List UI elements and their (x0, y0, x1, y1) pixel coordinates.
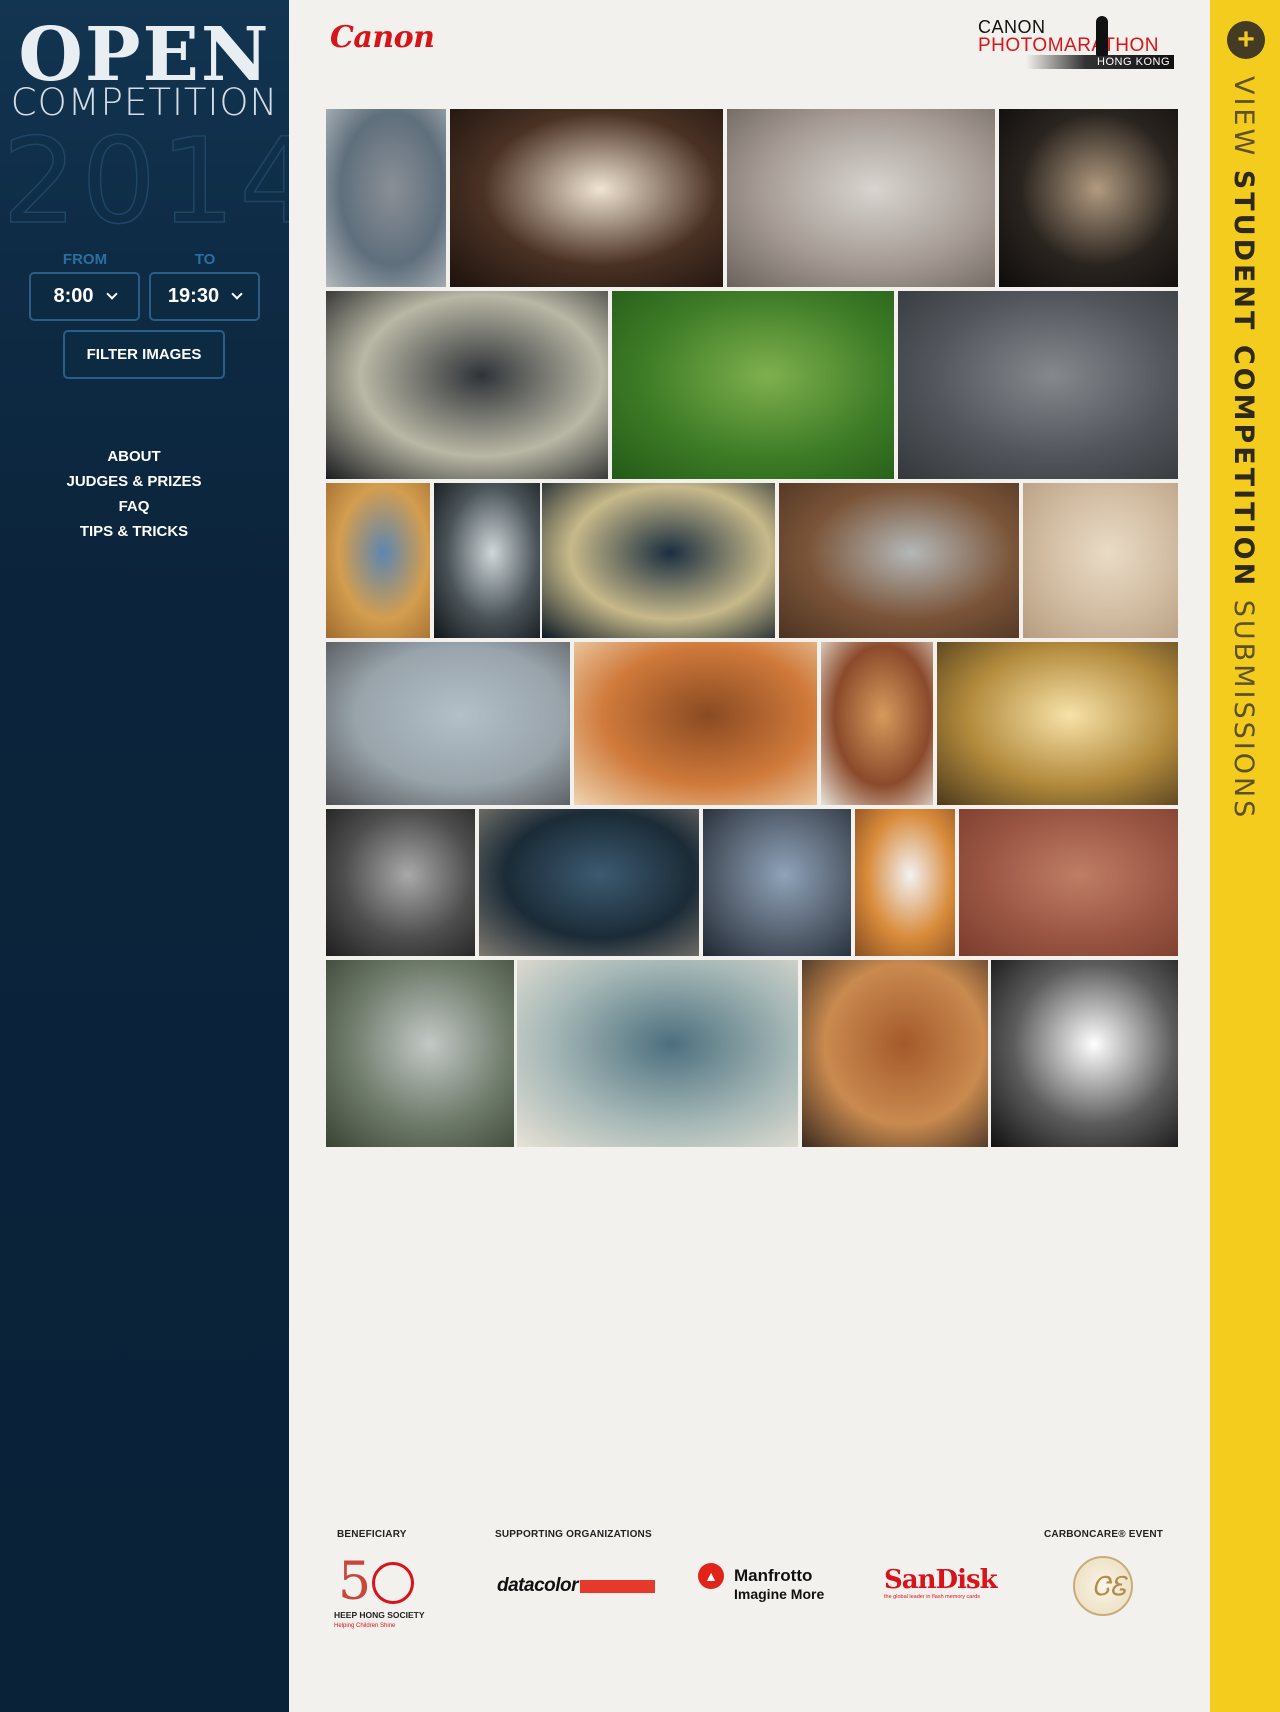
heep-tagline: Helping Children Shine (334, 1623, 396, 1629)
coffee-cup-photo[interactable] (779, 483, 1019, 638)
nav-about[interactable]: ABOUT (0, 444, 268, 469)
feet-silhouette-photo[interactable] (991, 960, 1178, 1147)
rail-text-view: VIEW (1228, 76, 1259, 170)
red-mug-photo[interactable] (574, 642, 817, 805)
heep-hong-society-logo[interactable]: 5 HEEP HONG SOCIETY Helping Children Shi… (332, 1556, 436, 1638)
green-leaf-photo[interactable] (612, 291, 894, 479)
sandisk-tagline: the global leader in flash memory cards (884, 1594, 980, 1600)
photo-gallery (326, 109, 1178, 1147)
manfrotto-logo[interactable]: ▲ Manfrotto Imagine More (698, 1560, 844, 1610)
heep-name: HEEP HONG SOCIETY (334, 1610, 425, 1620)
from-label: FROM (62, 251, 108, 268)
tunnel-photo[interactable] (326, 291, 608, 479)
from-time-select[interactable]: 8:00 (29, 272, 140, 321)
filter-images-button[interactable]: FILTER IMAGES (63, 330, 225, 379)
manfrotto-icon: ▲ (698, 1563, 724, 1589)
nav-judges-prizes[interactable]: JUDGES & PRIZES (0, 469, 268, 494)
to-label: TO (194, 251, 216, 268)
datacolor-name: datacolor (497, 1575, 579, 1596)
to-time-value: 19:30 (167, 285, 220, 307)
cafe-table-photo[interactable] (802, 960, 988, 1147)
plus-icon[interactable]: + (1227, 21, 1265, 59)
view-student-submissions-link[interactable]: VIEW STUDENT COMPETITION SUBMISSIONS (1228, 76, 1259, 820)
sandisk-name: SanDisk (884, 1565, 998, 1595)
water-droplets-gray-photo[interactable] (898, 291, 1178, 479)
cat-nose-photo[interactable] (727, 109, 995, 287)
tree-lined-road-photo[interactable] (542, 483, 775, 638)
boat-photo[interactable] (821, 642, 933, 805)
to-time-select[interactable]: 19:30 (149, 272, 260, 321)
manfrotto-name: Manfrotto (734, 1566, 813, 1585)
brown-puppy-photo[interactable] (450, 109, 723, 287)
foggy-pier-photo[interactable] (326, 642, 570, 805)
sandisk-logo[interactable]: SanDisk the global leader in flash memor… (884, 1565, 998, 1606)
sidebar-nav: ABOUT JUDGES & PRIZES FAQ TIPS & TRICKS (0, 444, 268, 544)
black-puppy-photo[interactable] (999, 109, 1178, 287)
heep-50-mark: 5 (338, 1552, 372, 1612)
heep-circle-mark (372, 1562, 414, 1604)
shells-beach-photo[interactable] (326, 483, 430, 638)
rail-text-bold: STUDENT COMPETITION (1228, 169, 1259, 589)
supporting-organizations-label: SUPPORTING ORGANIZATIONS (495, 1529, 652, 1540)
golden-meadow-photo[interactable] (937, 642, 1178, 805)
carboncare-label: CARBONCARE® EVENT (1044, 1529, 1164, 1540)
photomarathon-line2: PHOTOMARATHON (978, 35, 1160, 56)
chevron-down-icon (231, 288, 243, 300)
from-time-value: 8:00 (53, 285, 94, 307)
game-controller-photo[interactable] (479, 809, 699, 956)
sidebar: 2014 OPEN COMPETITION FROM TO 8:00 19:30… (0, 0, 289, 1712)
forks-photo[interactable] (434, 483, 540, 638)
beneficiary-label: BENEFICIARY (337, 1529, 407, 1540)
logo-year: 2014 (1, 112, 289, 250)
water-droplets-photo[interactable] (326, 109, 446, 287)
photomarathon-line3: HONG KONG (1026, 55, 1174, 69)
carboncare-logo[interactable]: ᏣᏋ (1073, 1556, 1133, 1616)
carboncare-emblem-icon: ᏣᏋ (1092, 1572, 1127, 1602)
rainy-window-photo[interactable] (326, 960, 514, 1147)
laptop-desk-photo[interactable] (855, 809, 955, 956)
datacolor-logo[interactable]: datacolor (497, 1573, 655, 1599)
clouds-photo[interactable] (517, 960, 798, 1147)
student-submissions-rail[interactable]: + VIEW STUDENT COMPETITION SUBMISSIONS (1210, 0, 1280, 1712)
photomarathon-line1: CANON (978, 17, 1046, 37)
chevron-down-icon (105, 288, 118, 300)
phone-photo[interactable] (703, 809, 851, 956)
grass-bw-photo[interactable] (326, 809, 475, 956)
logo-competition: COMPETITION (10, 81, 279, 124)
datacolor-bar (580, 1579, 655, 1593)
photographer-figure-icon (1096, 16, 1108, 56)
manfrotto-tagline: Imagine More (734, 1586, 825, 1602)
photomarathon-logo[interactable]: CANON PHOTOMARATHON HONG KONG (978, 16, 1176, 72)
footprints-sand-photo[interactable] (1023, 483, 1178, 638)
nav-tips-tricks[interactable]: TIPS & TRICKS (0, 519, 268, 544)
rail-text-end: SUBMISSIONS (1228, 588, 1259, 821)
nav-faq[interactable]: FAQ (0, 494, 268, 519)
canon-logo[interactable]: Canon (330, 20, 435, 55)
brick-wall-photo[interactable] (959, 809, 1178, 956)
